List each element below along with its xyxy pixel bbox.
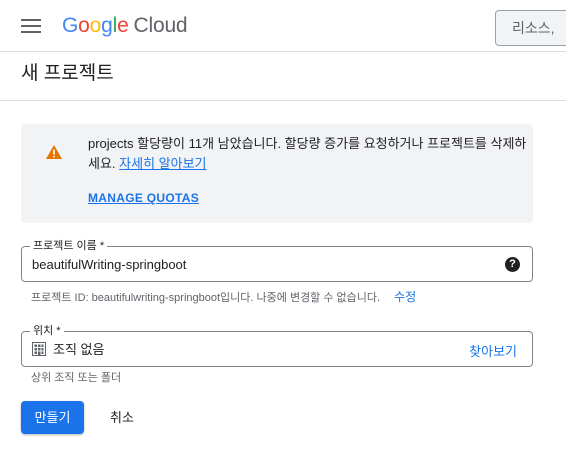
top-bar: Google Cloud 리소스, (0, 0, 566, 52)
hamburger-menu-icon[interactable] (16, 13, 46, 39)
divider (0, 100, 566, 101)
location-label: 위치 * (30, 324, 64, 338)
learn-more-link[interactable]: 자세히 알아보기 (119, 156, 206, 171)
project-id-hint: 프로젝트 ID: beautifulwriting-springboot입니다.… (31, 290, 416, 305)
manage-quotas-link[interactable]: MANAGE QUOTAS (88, 191, 199, 205)
google-cloud-logo[interactable]: Google Cloud (62, 14, 188, 38)
project-name-field[interactable]: 프로젝트 이름 * beautifulWriting-springboot ? (21, 239, 533, 282)
create-button[interactable]: 만들기 (21, 401, 84, 434)
cancel-button[interactable]: 취소 (100, 401, 144, 434)
help-icon[interactable]: ? (505, 257, 520, 272)
resource-search-button[interactable]: 리소스, (495, 10, 566, 46)
project-name-input[interactable]: beautifulWriting-springboot (32, 257, 186, 273)
alert-message: projects 할당량이 11개 남았습니다. 할당량 증가를 요청하거나 프… (88, 134, 528, 174)
location-field[interactable]: 위치 * 조직 없음 찾아보기 (21, 324, 533, 367)
warning-icon (46, 145, 62, 159)
edit-project-id-link[interactable]: 수정 (394, 290, 416, 304)
location-hint: 상위 조직 또는 폴더 (31, 372, 122, 384)
page-title: 새 프로젝트 (21, 63, 114, 84)
quota-alert: projects 할당량이 11개 남았습니다. 할당량 증가를 요청하거나 프… (21, 124, 533, 223)
browse-button[interactable]: 찾아보기 (469, 341, 517, 360)
location-value: 조직 없음 (53, 342, 105, 357)
project-name-label: 프로젝트 이름 * (30, 239, 108, 253)
building-icon (32, 342, 46, 356)
cloud-label: Cloud (133, 14, 188, 37)
project-id-text: 프로젝트 ID: beautifulwriting-springboot입니다.… (31, 292, 381, 304)
